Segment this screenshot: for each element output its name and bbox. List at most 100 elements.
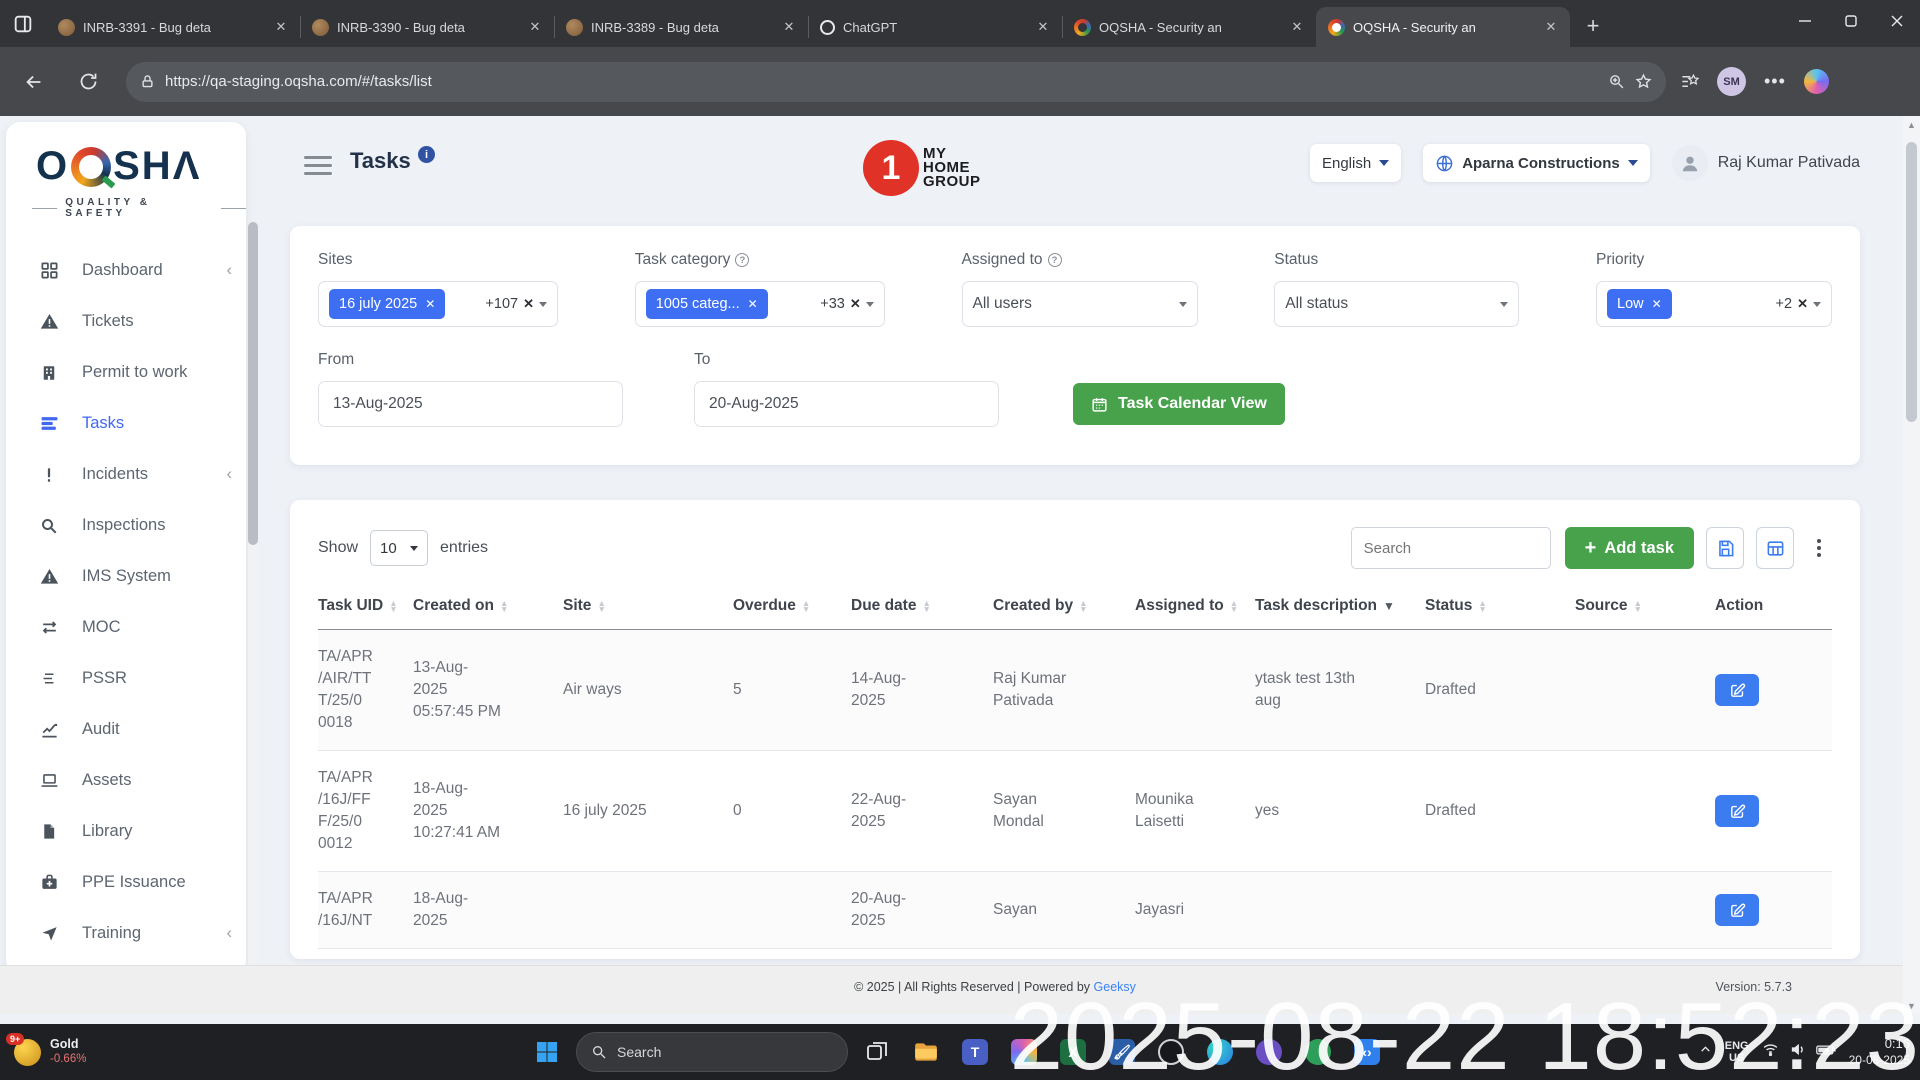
export-save-button[interactable] xyxy=(1706,527,1744,569)
column-header[interactable]: Status▲▼ xyxy=(1425,587,1575,629)
column-header[interactable]: Created on▲▼ xyxy=(413,587,563,629)
tab-close-icon[interactable]: ✕ xyxy=(272,18,290,36)
priority-multiselect[interactable]: Low✕ +2✕ xyxy=(1596,281,1832,327)
sort-icon[interactable]: ▲▼ xyxy=(922,600,930,612)
sites-multiselect[interactable]: 16 july 2025✕ +107✕ xyxy=(318,281,558,327)
widgets-button[interactable]: 9+ Gold -0.66% xyxy=(0,1024,100,1080)
sort-icon[interactable]: ▲▼ xyxy=(802,600,810,612)
task-calendar-view-button[interactable]: Task Calendar View xyxy=(1073,383,1285,425)
sidebar-item-dashboard[interactable]: Dashboard ‹ xyxy=(6,245,246,296)
to-date-input[interactable] xyxy=(694,381,999,427)
new-tab-button[interactable]: + xyxy=(1576,9,1610,43)
language-select[interactable]: English xyxy=(1310,144,1401,182)
sort-icon[interactable]: ▲▼ xyxy=(500,600,508,612)
tab-close-icon[interactable]: ✕ xyxy=(1034,18,1052,36)
sidebar-item-tickets[interactable]: Tickets xyxy=(6,296,246,347)
column-header[interactable]: Due date▲▼ xyxy=(851,587,993,629)
tab-bug-3389[interactable]: INRB-3389 - Bug deta ✕ xyxy=(554,7,808,47)
sidebar-item-tasks[interactable]: Tasks xyxy=(6,398,246,449)
page-scrollbar[interactable]: ▲ ▼ xyxy=(1903,116,1920,1014)
column-settings-button[interactable] xyxy=(1756,527,1794,569)
tab-oqsha-1[interactable]: OQSHA - Security an ✕ xyxy=(1062,7,1316,47)
file-explorer-icon[interactable] xyxy=(906,1032,946,1072)
chip-remove-icon[interactable]: ✕ xyxy=(425,297,435,311)
help-icon[interactable]: ? xyxy=(1048,253,1062,267)
status-select[interactable]: All status xyxy=(1274,281,1519,327)
sidebar-item-permit-to-work[interactable]: Permit to work xyxy=(6,347,246,398)
sort-icon[interactable]: ▲▼ xyxy=(1079,600,1087,612)
tab-bug-3390[interactable]: INRB-3390 - Bug deta ✕ xyxy=(300,7,554,47)
sort-icon[interactable]: ▲▼ xyxy=(1634,600,1642,612)
tab-close-icon[interactable]: ✕ xyxy=(526,18,544,36)
assigned-to-select[interactable]: All users xyxy=(962,281,1198,327)
tab-search-icon[interactable] xyxy=(0,4,46,44)
window-close-button[interactable] xyxy=(1874,0,1920,42)
priority-chip[interactable]: Low✕ xyxy=(1607,289,1672,319)
url-text[interactable]: https://qa-staging.oqsha.com/#/tasks/lis… xyxy=(165,73,1598,90)
help-icon[interactable]: ? xyxy=(735,253,749,267)
column-header[interactable]: Overdue▲▼ xyxy=(733,587,851,629)
back-icon[interactable] xyxy=(14,62,54,102)
tab-close-icon[interactable]: ✕ xyxy=(1542,18,1560,36)
user-menu[interactable]: Raj Kumar Pativada xyxy=(1672,145,1860,181)
sidebar-item-ims-system[interactable]: IMS System xyxy=(6,551,246,602)
sidebar-item-incidents[interactable]: Incidents ‹ xyxy=(6,449,246,500)
sidebar-item-assets[interactable]: Assets xyxy=(6,755,246,806)
tab-bug-3391[interactable]: INRB-3391 - Bug deta ✕ xyxy=(46,7,300,47)
copilot-icon[interactable] xyxy=(1804,69,1829,94)
chevron-left-icon[interactable]: ‹ xyxy=(227,465,233,484)
sidebar-item-training[interactable]: Training ‹ xyxy=(6,908,246,959)
zoom-icon[interactable] xyxy=(1608,73,1625,90)
column-header[interactable]: Action xyxy=(1715,587,1832,629)
taskbar-search-box[interactable]: Search xyxy=(576,1032,848,1072)
column-header[interactable]: Task description▼ xyxy=(1255,587,1425,629)
tab-chatgpt[interactable]: ChatGPT ✕ xyxy=(808,7,1062,47)
clear-all-icon[interactable]: ✕ xyxy=(1797,296,1808,312)
page-size-select[interactable]: 10 xyxy=(370,530,428,566)
from-date-input[interactable] xyxy=(318,381,623,427)
site-chip[interactable]: 16 july 2025✕ xyxy=(329,289,445,319)
clear-all-icon[interactable]: ✕ xyxy=(523,296,534,312)
teams-icon[interactable]: T xyxy=(955,1032,995,1072)
sidebar-item-inspections[interactable]: Inspections xyxy=(6,500,246,551)
lock-icon[interactable] xyxy=(140,74,155,89)
edit-task-button[interactable] xyxy=(1715,795,1759,827)
sidebar-item-pssr[interactable]: PSSR xyxy=(6,653,246,704)
tab-oqsha-active[interactable]: OQSHA - Security an ✕ xyxy=(1316,7,1570,47)
window-maximize-button[interactable] xyxy=(1828,0,1874,42)
sidebar-scrollbar-thumb[interactable] xyxy=(248,222,258,545)
more-options-button[interactable] xyxy=(1806,527,1832,569)
task-category-multiselect[interactable]: 1005 categ...✕ +33✕ xyxy=(635,281,885,327)
organization-select[interactable]: Aparna Constructions xyxy=(1423,144,1650,182)
column-header[interactable]: Source▲▼ xyxy=(1575,587,1715,629)
clear-all-icon[interactable]: ✕ xyxy=(850,296,861,312)
chip-remove-icon[interactable]: ✕ xyxy=(748,297,758,311)
sort-icon[interactable]: ▲▼ xyxy=(1478,600,1486,612)
info-icon[interactable]: i xyxy=(418,146,435,163)
chip-remove-icon[interactable]: ✕ xyxy=(1652,297,1662,311)
column-header[interactable]: Site▲▼ xyxy=(563,587,733,629)
reload-icon[interactable] xyxy=(68,62,108,102)
column-header[interactable]: Assigned to▲▼ xyxy=(1135,587,1255,629)
browser-menu-icon[interactable]: ••• xyxy=(1764,71,1786,92)
bookmark-star-icon[interactable] xyxy=(1635,73,1652,90)
column-header[interactable]: Task UID▲▼ xyxy=(318,587,413,629)
sidebar-item-audit[interactable]: Audit xyxy=(6,704,246,755)
window-minimize-button[interactable] xyxy=(1782,0,1828,42)
task-view-icon[interactable] xyxy=(857,1032,897,1072)
tab-close-icon[interactable]: ✕ xyxy=(1288,18,1306,36)
bookmarks-panel-icon[interactable] xyxy=(1680,72,1699,91)
start-button[interactable] xyxy=(527,1032,567,1072)
column-header[interactable]: Created by▲▼ xyxy=(993,587,1135,629)
sidebar-scrollbar[interactable] xyxy=(248,222,258,966)
hamburger-menu-icon[interactable] xyxy=(304,156,332,175)
edit-task-button[interactable] xyxy=(1715,674,1759,706)
chevron-left-icon[interactable]: ‹ xyxy=(227,261,233,280)
browser-profile-avatar[interactable]: SM xyxy=(1717,67,1746,96)
table-search-input[interactable] xyxy=(1351,527,1551,569)
sidebar-item-ppe-issuance[interactable]: PPE Issuance xyxy=(6,857,246,908)
chevron-left-icon[interactable]: ‹ xyxy=(227,924,233,943)
tab-close-icon[interactable]: ✕ xyxy=(780,18,798,36)
category-chip[interactable]: 1005 categ...✕ xyxy=(646,289,768,319)
sort-icon[interactable]: ▲▼ xyxy=(1230,600,1238,612)
